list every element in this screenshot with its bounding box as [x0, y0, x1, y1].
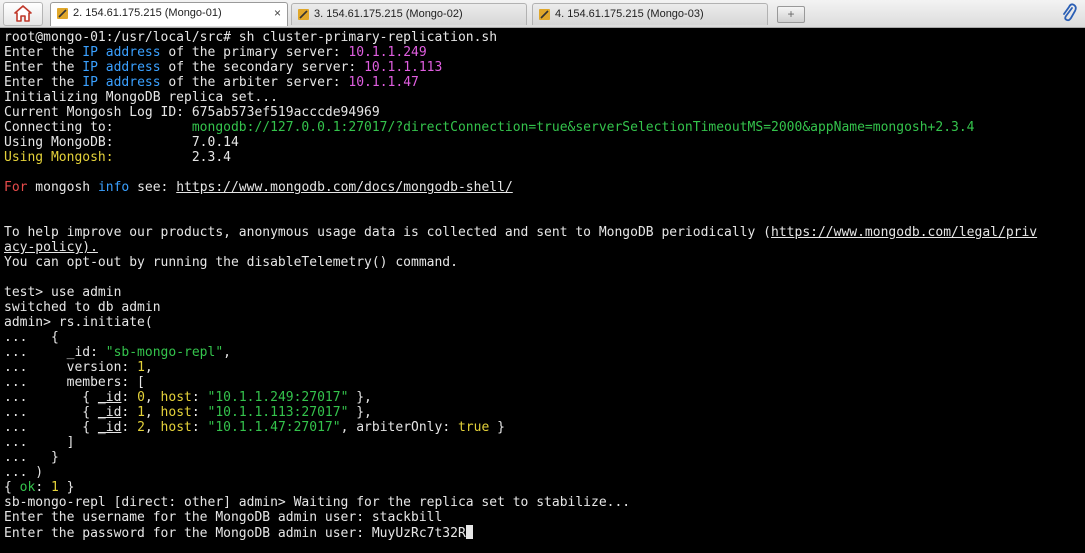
terminal-line: ... {: [4, 330, 59, 345]
terminal-prompt-line[interactable]: Enter the password for the MongoDB admin…: [4, 525, 473, 541]
terminal-line: admin> rs.initiate(: [4, 315, 153, 330]
terminal-line: Using Mongosh: 2.3.4: [4, 150, 231, 165]
tab-label: 3. 154.61.175.215 (Mongo-02): [314, 8, 463, 20]
tab-mongo-02[interactable]: 3. 154.61.175.215 (Mongo-02): [291, 3, 527, 25]
terminal-line: Current Mongosh Log ID: 675ab573ef519acc…: [4, 105, 380, 120]
terminal-line: For mongosh info see: https://www.mongod…: [4, 180, 513, 195]
terminal-line: Enter the IP address of the arbiter serv…: [4, 75, 419, 90]
terminal-line: ... }: [4, 450, 59, 465]
home-icon: [14, 5, 32, 22]
terminal-line: ... { _id: 2, host: "10.1.1.47:27017", a…: [4, 420, 505, 435]
terminal-line: Initializing MongoDB replica set...: [4, 90, 278, 105]
terminal-line: To help improve our products, anonymous …: [4, 225, 1038, 240]
new-tab-button[interactable]: +: [777, 6, 805, 23]
tab-label: 2. 154.61.175.215 (Mongo-01): [73, 7, 222, 19]
tab-mongo-03[interactable]: 4. 154.61.175.215 (Mongo-03): [532, 3, 768, 25]
privacy-link-cont[interactable]: acy-policy).: [4, 240, 98, 255]
tab-label: 4. 154.61.175.215 (Mongo-03): [555, 8, 704, 20]
terminal-line: sb-mongo-repl [direct: other] admin> Wai…: [4, 495, 631, 510]
terminal-line: root@mongo-01:/usr/local/src# sh cluster…: [4, 30, 498, 45]
terminal-line: You can opt-out by running the disableTe…: [4, 255, 458, 270]
home-button[interactable]: [3, 2, 43, 26]
docs-link[interactable]: https://www.mongodb.com/docs/mongodb-she…: [176, 180, 513, 195]
text-cursor: [465, 525, 473, 539]
wrench-icon: [539, 9, 550, 20]
terminal-line: Using MongoDB: 7.0.14: [4, 135, 239, 150]
terminal-line: ... ]: [4, 435, 75, 450]
terminal-line: ... { _id: 0, host: "10.1.1.249:27017" }…: [4, 390, 372, 405]
terminal-line: ... _id: "sb-mongo-repl",: [4, 345, 231, 360]
terminal-line: { ok: 1 }: [4, 480, 75, 495]
terminal-output[interactable]: root@mongo-01:/usr/local/src# sh cluster…: [0, 28, 1085, 553]
terminal-line: ... members: [: [4, 375, 145, 390]
terminal-line: Enter the IP address of the secondary se…: [4, 60, 443, 75]
terminal-line: Enter the IP address of the primary serv…: [4, 45, 427, 60]
terminal-line: Connecting to: mongodb://127.0.0.1:27017…: [4, 120, 975, 135]
tab-mongo-01[interactable]: 2. 154.61.175.215 (Mongo-01) ×: [50, 2, 288, 26]
terminal-line: acy-policy).: [4, 240, 98, 255]
tab-bar: 2. 154.61.175.215 (Mongo-01) × 3. 154.61…: [0, 0, 1085, 28]
privacy-link[interactable]: https://www.mongodb.com/legal/priv: [771, 225, 1037, 240]
terminal-line: ... ): [4, 465, 44, 480]
terminal-line: ... version: 1,: [4, 360, 153, 375]
close-icon[interactable]: ×: [274, 3, 281, 24]
terminal-line: switched to db admin: [4, 300, 161, 315]
terminal-line: ... { _id: 1, host: "10.1.1.113:27017" }…: [4, 405, 372, 420]
wrench-icon: [57, 8, 68, 19]
paperclip-icon[interactable]: [1061, 3, 1077, 23]
terminal-line: Enter the username for the MongoDB admin…: [4, 510, 443, 525]
wrench-icon: [298, 9, 309, 20]
terminal-line: test> use admin: [4, 285, 122, 300]
